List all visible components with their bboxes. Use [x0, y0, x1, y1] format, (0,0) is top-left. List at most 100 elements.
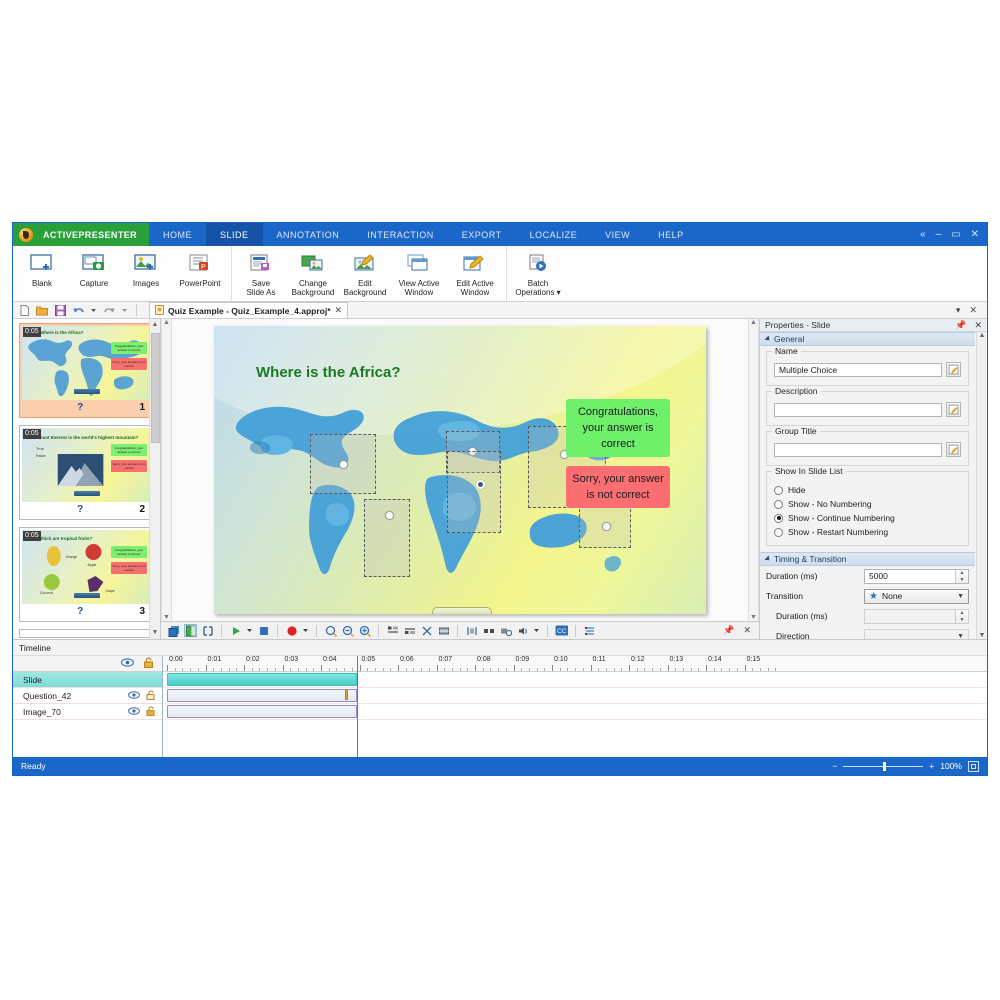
slide-title[interactable]: Where is the Africa?	[256, 364, 400, 381]
timeline-row-question[interactable]	[163, 688, 987, 704]
pin-icon[interactable]: 📌	[955, 320, 966, 331]
pin-icon[interactable]: 📌	[723, 625, 734, 636]
duration-icon[interactable]	[499, 624, 512, 637]
zoom-slider[interactable]	[843, 761, 924, 771]
submit-button[interactable]	[432, 607, 492, 614]
timeline-track-slide[interactable]: Slide	[13, 672, 162, 688]
hotspot-dot-australia[interactable]	[602, 522, 611, 531]
description-input[interactable]	[774, 402, 942, 417]
slide-thumbnail-2[interactable]: 0:05 Mount Everest is the world's highes…	[19, 425, 154, 520]
brand-tab[interactable]: ACTIVEPRESENTER	[39, 223, 150, 246]
record-icon[interactable]	[285, 624, 298, 637]
scroll-down-icon[interactable]: ▼	[152, 627, 159, 639]
slide-thumbnail-3[interactable]: 0:05 Which are tropical fruits? Orange A…	[19, 527, 154, 622]
zoom-out-button[interactable]: −	[832, 761, 837, 771]
minimize-icon[interactable]: –	[936, 229, 942, 240]
scroll-up-icon[interactable]: ▲	[152, 319, 159, 331]
open-folder-icon[interactable]	[36, 304, 48, 316]
timeline-ruler[interactable]: 0:00 0:01 0:02 0:03 0:04 0:05 0:06 0:07 0:08 0:09…	[163, 656, 987, 672]
timeline-keyframe-question[interactable]	[345, 690, 348, 700]
save-icon[interactable]	[54, 304, 66, 316]
unlock-icon[interactable]	[146, 689, 156, 702]
batch-operations-button[interactable]: Batch Operations ▾	[510, 248, 566, 299]
timeline-bar-image[interactable]	[167, 705, 357, 718]
ribbon-tab-interaction[interactable]: INTERACTION	[353, 223, 448, 246]
canvas-scrollbar-left[interactable]: ▲ ▼	[161, 319, 172, 621]
lock-icon[interactable]	[146, 705, 156, 718]
delete-range-icon[interactable]	[437, 624, 450, 637]
radio-show-no-numbering[interactable]: Show - No Numbering	[774, 499, 961, 509]
blank-slide-button[interactable]: Blank	[16, 248, 68, 299]
ribbon-tab-help[interactable]: HELP	[644, 223, 698, 246]
volume-icon[interactable]	[516, 624, 529, 637]
zoom-reset-icon[interactable]	[324, 624, 337, 637]
transition-duration-stepper-arrows[interactable]: ▲ ▼	[955, 609, 968, 623]
view-active-window-button[interactable]: View Active Window	[391, 248, 447, 299]
close-timeline-icon[interactable]: ✕	[743, 625, 751, 636]
duration-stepper-arrows[interactable]: ▲ ▼	[955, 569, 968, 583]
lock-icon[interactable]	[143, 657, 154, 670]
canvas-scroll-down-icon[interactable]: ▼	[750, 614, 757, 621]
ribbon-tab-localize[interactable]: LOCALIZE	[516, 223, 592, 246]
slide-canvas[interactable]: ▲ ▼ Where is the Africa? Congratulations…	[161, 319, 759, 621]
radio-show-continue-numbering[interactable]: Show - Continue Numbering	[774, 513, 961, 523]
ribbon-tab-export[interactable]: EXPORT	[448, 223, 516, 246]
split-icon[interactable]	[482, 624, 495, 637]
fit-to-window-icon[interactable]	[968, 760, 979, 772]
group-title-edit-pencil-icon[interactable]	[946, 442, 961, 458]
duration-value[interactable]: 5000	[865, 570, 955, 583]
undo-dropdown-icon[interactable]	[90, 304, 97, 316]
duration-stepper[interactable]: 5000 ▲ ▼	[864, 568, 969, 584]
timeline-bar-slide[interactable]	[167, 673, 357, 686]
chevron-down-icon[interactable]: ▾	[956, 305, 961, 316]
zoom-out-icon[interactable]	[341, 624, 354, 637]
eye-icon[interactable]	[128, 690, 140, 701]
ribbon-tab-home[interactable]: HOME	[149, 223, 206, 246]
ribbon-tab-view[interactable]: VIEW	[591, 223, 644, 246]
maximize-icon[interactable]: ▭	[951, 229, 960, 240]
radio-show-restart-numbering-button[interactable]	[774, 527, 783, 537]
stop-icon[interactable]	[257, 624, 270, 637]
app-logo[interactable]	[13, 223, 39, 246]
timeline-row-slide[interactable]	[163, 672, 987, 688]
hotspot-dot-north-america[interactable]	[339, 460, 348, 469]
paste-frame-icon[interactable]	[184, 624, 197, 637]
document-tab-close-icon[interactable]: ✕	[335, 305, 343, 316]
properties-scrollbar[interactable]: ▲ ▼	[976, 332, 987, 639]
cut-icon[interactable]	[420, 624, 433, 637]
canvas-scroll-down-left-icon[interactable]: ▼	[163, 614, 170, 621]
slide-thumbnail-4-partial[interactable]	[19, 629, 154, 638]
direction-select[interactable]: ▼	[864, 628, 969, 639]
description-edit-pencil-icon[interactable]	[946, 402, 961, 418]
close-icon[interactable]: ✕	[974, 320, 982, 331]
slide-stage[interactable]: Where is the Africa? Congratulations, yo…	[214, 326, 706, 614]
hotspot-africa[interactable]	[447, 451, 501, 533]
ribbon-tab-annotation[interactable]: ANNOTATION	[263, 223, 354, 246]
canvas-scroll-up-left-icon[interactable]: ▲	[163, 319, 170, 326]
change-background-button[interactable]: Change Background	[287, 248, 339, 299]
crop-icon[interactable]	[465, 624, 478, 637]
correct-feedback-box[interactable]: Congratulations, your answer is correct	[566, 399, 670, 457]
close-icon[interactable]: ✕	[971, 229, 979, 240]
slide-list-scroll-thumb[interactable]	[150, 333, 160, 443]
radio-hide[interactable]: Hide	[774, 485, 961, 495]
fit-frame-icon[interactable]	[201, 624, 214, 637]
properties-scroll-up-icon[interactable]: ▲	[979, 332, 986, 339]
edit-background-button[interactable]: Edit Background	[339, 248, 391, 299]
ribbon-tab-slide[interactable]: SLIDE	[206, 223, 263, 246]
play-icon[interactable]	[229, 624, 242, 637]
radio-show-continue-numbering-button[interactable]	[774, 513, 783, 523]
timeline-tracks[interactable]: 0:00 0:01 0:02 0:03 0:04 0:05 0:06 0:07 0:08 0:09…	[163, 656, 987, 757]
closed-caption-icon[interactable]: CC	[555, 624, 568, 637]
transition-duration-value[interactable]	[865, 610, 955, 623]
images-button[interactable]: Images	[120, 248, 172, 299]
timeline-bar-question[interactable]	[167, 689, 357, 702]
volume-dropdown-icon[interactable]	[533, 624, 540, 637]
align-top-icon[interactable]	[386, 624, 399, 637]
transition-duration-stepper[interactable]: ▲ ▼	[864, 608, 969, 624]
close-workspace-icon[interactable]: ✕	[969, 305, 977, 316]
zoom-in-icon[interactable]	[358, 624, 371, 637]
group-title-input[interactable]	[774, 442, 942, 457]
canvas-scrollbar-right[interactable]: ▲ ▼	[748, 319, 759, 621]
canvas-scroll-up-icon[interactable]: ▲	[750, 319, 757, 326]
